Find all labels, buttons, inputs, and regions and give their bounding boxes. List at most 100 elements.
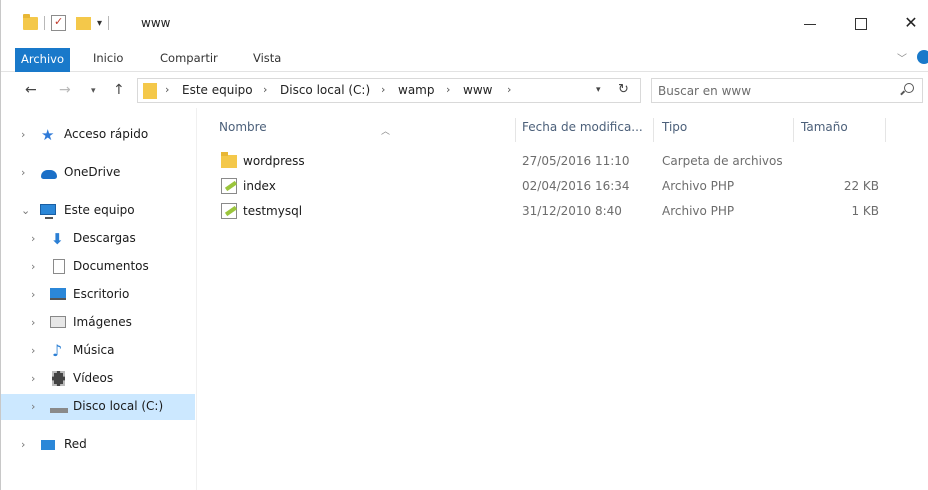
desktop-icon	[50, 288, 66, 300]
breadcrumb-chevron-icon[interactable]: ›	[446, 83, 450, 96]
breadcrumb-chevron-icon[interactable]: ›	[165, 83, 169, 96]
search-input[interactable]	[658, 82, 888, 99]
recent-locations-chevron-icon[interactable]: ▾	[91, 86, 96, 96]
column-header-date[interactable]: Fecha de modifica...	[522, 120, 643, 154]
download-icon: ⬇	[51, 230, 64, 248]
column-header-size[interactable]: Tamaño	[801, 120, 848, 154]
folder-icon	[23, 13, 38, 30]
nav-item-label: Este equipo	[64, 203, 135, 217]
navigation-pane: › ★ Acceso rápido › OneDrive ⌄ Este equi…	[1, 108, 197, 490]
tab-inicio[interactable]: Inicio	[93, 50, 123, 72]
pictures-icon	[50, 316, 66, 328]
breadcrumb-wamp[interactable]: wamp	[398, 83, 434, 97]
nav-item-label: Música	[73, 343, 115, 357]
php-file-icon	[221, 178, 237, 194]
php-file-icon	[221, 203, 237, 219]
tab-archivo[interactable]: Archivo	[15, 48, 70, 72]
breadcrumb-chevron-icon[interactable]: ›	[507, 83, 511, 96]
expand-chevron-icon[interactable]: ›	[21, 438, 25, 451]
nav-item-disco-local[interactable]: › Disco local (C:)	[1, 394, 195, 420]
nav-item-videos[interactable]: › Vídeos	[1, 366, 195, 392]
nav-item-label: Escritorio	[73, 287, 130, 301]
address-bar[interactable]: › Este equipo › Disco local (C:) › wamp …	[137, 78, 641, 103]
breadcrumb-chevron-icon[interactable]: ›	[381, 83, 385, 96]
search-box[interactable]	[651, 78, 923, 103]
nav-item-label: Vídeos	[73, 371, 114, 385]
file-name: wordpress	[243, 154, 305, 168]
column-header-type[interactable]: Tipo	[662, 120, 687, 154]
expand-chevron-icon[interactable]: ›	[31, 344, 35, 357]
nav-item-escritorio[interactable]: › Escritorio	[1, 282, 195, 308]
file-date: 02/04/2016 16:34	[522, 179, 630, 193]
navigation-bar: ← → ▾ ↑ › Este equipo › Disco local (C:)…	[1, 72, 928, 108]
nav-item-label: Red	[64, 437, 87, 451]
disk-icon	[50, 408, 68, 413]
breadcrumb-www[interactable]: www	[463, 83, 492, 97]
nav-item-acceso-rapido[interactable]: › ★ Acceso rápido	[1, 122, 195, 148]
documents-icon	[53, 259, 65, 274]
pc-icon	[40, 204, 56, 219]
expand-chevron-icon[interactable]: ›	[31, 288, 35, 301]
file-row[interactable]: wordpress 27/05/2016 11:10 Carpeta de ar…	[217, 150, 917, 174]
expand-chevron-icon[interactable]: ›	[31, 372, 35, 385]
file-name: testmysql	[243, 204, 303, 218]
column-divider[interactable]	[653, 118, 654, 142]
nav-item-label: Descargas	[73, 231, 136, 245]
file-size: 1 KB	[851, 204, 879, 218]
breadcrumb-este-equipo[interactable]: Este equipo	[182, 83, 253, 97]
up-arrow-icon[interactable]: ↑	[113, 82, 125, 98]
nav-item-documentos[interactable]: › Documentos	[1, 254, 195, 280]
file-list: Nombre ︿ Fecha de modifica... Tipo Tamañ…	[197, 108, 928, 490]
expand-chevron-icon[interactable]: ›	[31, 316, 35, 329]
maximize-button[interactable]	[851, 14, 871, 34]
nav-item-label: Documentos	[73, 259, 149, 273]
customize-toolbar-chevron-icon[interactable]: ▾	[97, 18, 102, 29]
address-history-chevron-icon[interactable]: ▾	[596, 85, 601, 95]
nav-item-onedrive[interactable]: › OneDrive	[1, 160, 195, 186]
file-type: Archivo PHP	[662, 204, 735, 218]
column-divider[interactable]	[793, 118, 794, 142]
expand-ribbon-chevron-icon[interactable]: ﹀	[897, 50, 907, 65]
file-type: Archivo PHP	[662, 179, 735, 193]
file-name: index	[243, 179, 276, 193]
close-button[interactable]: ✕	[901, 14, 921, 34]
properties-icon[interactable]	[51, 15, 66, 31]
toolbar-divider	[44, 16, 45, 30]
file-row[interactable]: testmysql 31/12/2010 8:40 Archivo PHP 1 …	[217, 200, 917, 224]
collapse-chevron-icon[interactable]: ⌄	[21, 204, 30, 217]
nav-item-imagenes[interactable]: › Imágenes	[1, 310, 195, 336]
expand-chevron-icon[interactable]: ›	[31, 400, 35, 413]
tab-vista[interactable]: Vista	[253, 50, 281, 72]
folder-icon	[221, 152, 237, 168]
file-row[interactable]: index 02/04/2016 16:34 Archivo PHP 22 KB	[217, 175, 917, 199]
tab-compartir[interactable]: Compartir	[160, 50, 218, 72]
column-header-name[interactable]: Nombre ︿	[219, 120, 390, 154]
toolbar-divider	[108, 16, 110, 30]
star-icon: ★	[41, 126, 55, 144]
quick-access-toolbar: ▾	[23, 12, 115, 34]
refresh-icon[interactable]: ↻	[618, 82, 629, 97]
nav-item-label: Disco local (C:)	[73, 399, 164, 413]
nav-item-label: Imágenes	[73, 315, 132, 329]
search-icon[interactable]	[904, 83, 914, 93]
forward-arrow-icon[interactable]: →	[59, 82, 71, 98]
nav-item-musica[interactable]: › ♪ Música	[1, 338, 195, 364]
help-icon[interactable]	[917, 50, 928, 64]
expand-chevron-icon[interactable]: ›	[21, 166, 25, 179]
breadcrumb-chevron-icon[interactable]: ›	[263, 83, 267, 96]
breadcrumb-disco-local[interactable]: Disco local (C:)	[280, 83, 370, 97]
nav-item-este-equipo[interactable]: ⌄ Este equipo	[1, 198, 195, 224]
window-title: www	[141, 16, 171, 30]
expand-chevron-icon[interactable]: ›	[21, 128, 25, 141]
column-divider[interactable]	[515, 118, 516, 142]
music-icon: ♪	[52, 341, 63, 360]
nav-item-descargas[interactable]: › ⬇ Descargas	[1, 226, 195, 252]
expand-chevron-icon[interactable]: ›	[31, 232, 35, 245]
column-divider[interactable]	[885, 118, 886, 142]
nav-item-red[interactable]: › Red	[1, 432, 195, 458]
minimize-button[interactable]	[801, 14, 821, 34]
title-bar: ▾ www ✕	[1, 0, 928, 44]
new-folder-icon[interactable]	[76, 16, 91, 30]
expand-chevron-icon[interactable]: ›	[31, 260, 35, 273]
back-arrow-icon[interactable]: ←	[25, 82, 37, 98]
